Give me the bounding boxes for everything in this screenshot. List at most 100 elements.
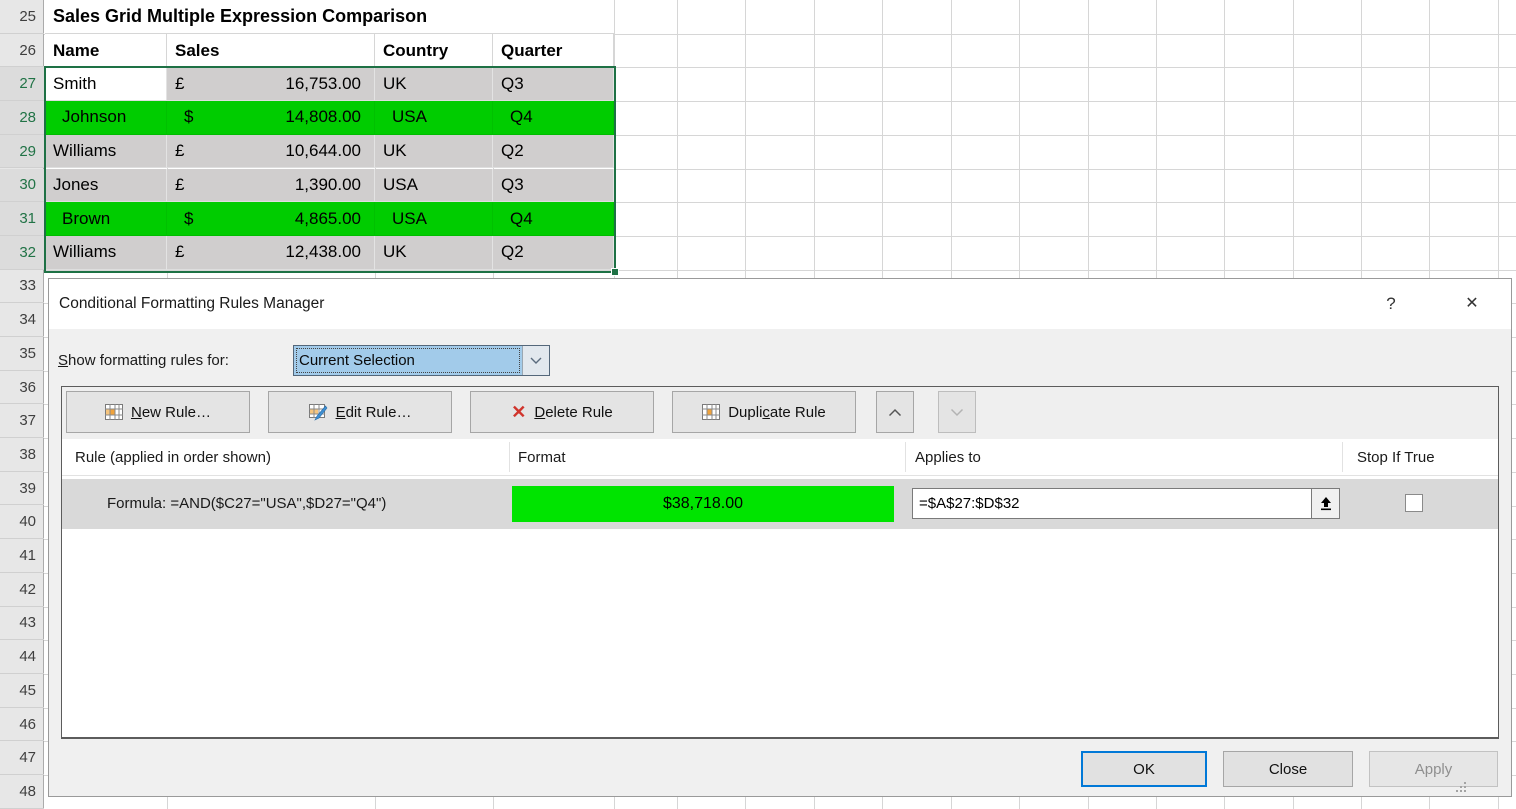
cell-A30[interactable]: Jones — [45, 169, 167, 203]
row-header-35[interactable]: 35 — [0, 337, 44, 371]
cell-D31[interactable]: Q4 — [493, 202, 614, 236]
rule-list-item[interactable]: Formula: =AND($C27="USA",$D27="Q4") $38,… — [62, 479, 1498, 529]
column-divider — [1342, 442, 1343, 472]
move-rule-down-button[interactable] — [938, 391, 976, 433]
sales-amount: 10,644.00 — [285, 141, 361, 161]
cell-B28[interactable]: $14,808.00 — [167, 101, 375, 135]
applies-to-group — [912, 488, 1340, 519]
row-header-41[interactable]: 41 — [0, 539, 44, 573]
row-header-32[interactable]: 32 — [0, 236, 44, 270]
delete-rule-button[interactable]: ✕ Delete Rule — [470, 391, 654, 433]
currency-symbol: £ — [175, 141, 184, 161]
row-header-44[interactable]: 44 — [0, 640, 44, 674]
cell-A32[interactable]: Williams — [45, 236, 167, 270]
currency-symbol: £ — [175, 74, 184, 94]
row-header-48[interactable]: 48 — [0, 775, 44, 809]
cell-C32[interactable]: UK — [375, 236, 493, 270]
new-rule-button[interactable]: New Rule… — [66, 391, 250, 433]
row-header-40[interactable]: 40 — [0, 506, 44, 540]
cell-D27[interactable]: Q3 — [493, 67, 614, 101]
collapse-dialog-range-picker-button[interactable] — [1311, 488, 1340, 519]
help-icon[interactable]: ? — [1379, 279, 1403, 329]
delete-rule-label: Delete Rule — [534, 404, 612, 421]
cell-C30[interactable]: USA — [375, 169, 493, 203]
row-header-43[interactable]: 43 — [0, 607, 44, 641]
cell-B32[interactable]: £12,438.00 — [167, 236, 375, 270]
cell-B27[interactable]: £16,753.00 — [167, 67, 375, 101]
sheet-row-31: Brown$4,865.00USAQ4 — [45, 202, 614, 236]
row-header-25[interactable]: 25 — [0, 0, 44, 34]
show-label-rest: how formatting rules for: — [68, 352, 229, 369]
applies-to-input[interactable] — [912, 488, 1312, 519]
chevron-down-icon — [530, 357, 542, 365]
conditional-formatting-rules-manager-dialog: Conditional Formatting Rules Manager ? ✕… — [48, 278, 1512, 797]
currency-symbol: £ — [175, 242, 184, 262]
close-button[interactable]: Close — [1223, 751, 1353, 787]
row-header-28[interactable]: 28 — [0, 101, 44, 135]
sales-amount: 12,438.00 — [285, 242, 361, 262]
row-header-36[interactable]: 36 — [0, 371, 44, 405]
cell-C29[interactable]: UK — [375, 135, 493, 169]
cell-C27[interactable]: UK — [375, 67, 493, 101]
row-header-42[interactable]: 42 — [0, 573, 44, 607]
cell-A31[interactable]: Brown — [45, 202, 167, 236]
row-header-47[interactable]: 47 — [0, 741, 44, 775]
column-divider — [905, 442, 906, 472]
cell-B31[interactable]: $4,865.00 — [167, 202, 375, 236]
show-rules-for-dropdown[interactable]: Current Selection — [293, 345, 550, 376]
sheet-row-30: Jones£1,390.00USAQ3 — [45, 169, 614, 203]
cell-B30[interactable]: £1,390.00 — [167, 169, 375, 203]
rules-panel: New Rule… Edit Rule… ✕ Delete Rule — [61, 386, 1499, 739]
row-header-45[interactable]: 45 — [0, 674, 44, 708]
sheet-row-27: Smith£16,753.00UKQ3 — [45, 67, 614, 101]
sales-amount: 1,390.00 — [295, 175, 361, 195]
sales-amount: 14,808.00 — [285, 107, 361, 127]
row-header-38[interactable]: 38 — [0, 438, 44, 472]
move-rule-up-button[interactable] — [876, 391, 914, 433]
sheet-title-cell[interactable]: Sales Grid Multiple Expression Compariso… — [45, 0, 614, 34]
resize-grip[interactable] — [1453, 779, 1467, 793]
duplicate-rule-button[interactable]: Duplicate Rule — [672, 391, 856, 433]
cell-A27[interactable]: Smith — [45, 67, 167, 101]
dropdown-selected-value[interactable]: Current Selection — [294, 346, 522, 375]
stop-if-true-checkbox[interactable] — [1405, 494, 1423, 512]
row-header-33[interactable]: 33 — [0, 270, 44, 304]
apply-button[interactable]: Apply — [1369, 751, 1498, 787]
cell-A26[interactable]: Name — [45, 34, 167, 67]
edit-rule-button[interactable]: Edit Rule… — [268, 391, 452, 433]
dialog-titlebar[interactable]: Conditional Formatting Rules Manager ? ✕ — [49, 279, 1511, 329]
cell-C26[interactable]: Country — [375, 34, 493, 67]
cell-C31[interactable]: USA — [375, 202, 493, 236]
row-header-26[interactable]: 26 — [0, 34, 44, 68]
cell-C28[interactable]: USA — [375, 101, 493, 135]
row-header-34[interactable]: 34 — [0, 303, 44, 337]
sales-amount: 16,753.00 — [285, 74, 361, 94]
delete-rule-x-icon: ✕ — [511, 403, 526, 421]
new-rule-grid-icon — [105, 404, 123, 420]
cell-A28[interactable]: Johnson — [45, 101, 167, 135]
row-header-29[interactable]: 29 — [0, 135, 44, 169]
close-icon[interactable]: ✕ — [1457, 279, 1487, 329]
cell-A29[interactable]: Williams — [45, 135, 167, 169]
row-header-27[interactable]: 27 — [0, 67, 44, 101]
sheet-row-29: Williams£10,644.00UKQ2 — [45, 135, 614, 169]
dropdown-button[interactable] — [522, 346, 549, 375]
row-header-46[interactable]: 46 — [0, 708, 44, 742]
cell-D29[interactable]: Q2 — [493, 135, 614, 169]
ok-button[interactable]: OK — [1081, 751, 1207, 787]
sheet-row-32: Williams£12,438.00UKQ2 — [45, 236, 614, 270]
cell-D28[interactable]: Q4 — [493, 101, 614, 135]
cell-D30[interactable]: Q3 — [493, 169, 614, 203]
row-header-30[interactable]: 30 — [0, 169, 44, 203]
row-header-37[interactable]: 37 — [0, 404, 44, 438]
sheet-header-row: Name Sales Country Quarter — [45, 34, 614, 68]
cell-B26[interactable]: Sales — [167, 34, 375, 67]
edit-rule-label: Edit Rule… — [336, 404, 412, 421]
cell-D26[interactable]: Quarter — [493, 34, 614, 67]
row-header-39[interactable]: 39 — [0, 472, 44, 506]
column-header-rule: Rule (applied in order shown) — [75, 439, 271, 476]
cell-D32[interactable]: Q2 — [493, 236, 614, 270]
cell-B29[interactable]: £10,644.00 — [167, 135, 375, 169]
column-divider — [509, 442, 510, 472]
row-header-31[interactable]: 31 — [0, 202, 44, 236]
